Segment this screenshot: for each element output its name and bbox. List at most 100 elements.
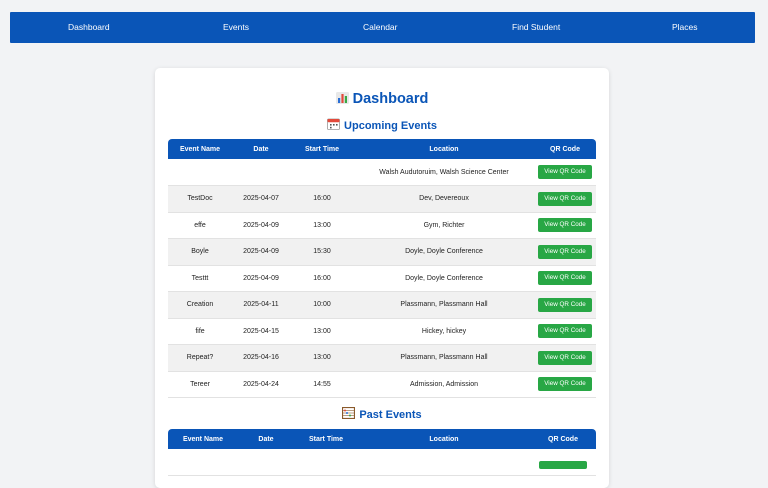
qr-cell: View QR Code	[534, 238, 596, 266]
event-time-cell	[294, 449, 358, 476]
past-heading-row: Past Events	[155, 407, 609, 421]
event-location-cell	[358, 449, 530, 476]
event-name-cell: TestDoc	[168, 185, 232, 213]
event-date-cell: 2025-04-11	[232, 291, 290, 319]
qr-cell: View QR Code	[534, 318, 596, 345]
table-header-row: Event Name Date Start Time Location QR C…	[168, 429, 596, 449]
event-name-cell	[168, 159, 232, 186]
column-header: Location	[354, 139, 534, 159]
view-qr-code-button[interactable]: View QR Code	[538, 377, 592, 392]
event-date-cell: 2025-04-15	[232, 318, 290, 345]
qr-cell	[530, 449, 596, 476]
event-time-cell: 16:00	[290, 265, 354, 292]
event-name-cell	[168, 449, 238, 476]
event-date-cell: 2025-04-16	[232, 344, 290, 372]
table-row: Creation 2025-04-11 10:00 Plassmann, Pla…	[168, 291, 596, 319]
view-qr-code-button[interactable]: View QR Code	[538, 297, 592, 312]
event-location-cell: Walsh Audutoruim, Walsh Science Center	[354, 159, 534, 186]
table-row: Boyle 2025-04-09 15:30 Doyle, Doyle Conf…	[168, 238, 596, 266]
event-name-cell: Creation	[168, 291, 232, 319]
event-name-cell: Repeat?	[168, 344, 232, 372]
event-name-cell: Boyle	[168, 238, 232, 266]
event-name-cell: effe	[168, 212, 232, 239]
nav-item-places[interactable]: Places	[672, 22, 698, 32]
page-title-row: Dashboard	[155, 91, 609, 107]
event-location-cell: Plassmann, Plassmann Hall	[354, 291, 534, 319]
table-row	[168, 449, 596, 476]
qr-cell: View QR Code	[534, 159, 596, 186]
bar-chart-icon	[335, 92, 349, 104]
column-header: Event Name	[168, 429, 238, 449]
qr-cell: View QR Code	[534, 212, 596, 239]
event-location-cell: Gym, Richter	[354, 212, 534, 239]
event-date-cell: 2025-04-09	[232, 238, 290, 266]
column-header: QR Code	[534, 139, 596, 159]
nav-item-dashboard[interactable]: Dashboard	[68, 22, 110, 32]
view-qr-code-button[interactable]: View QR Code	[538, 165, 592, 179]
table-row: Repeat? 2025-04-16 13:00 Plassmann, Plas…	[168, 344, 596, 372]
view-qr-code-button[interactable]: View QR Code	[538, 191, 592, 206]
event-time-cell: 13:00	[290, 212, 354, 239]
event-time-cell: 10:00	[290, 291, 354, 319]
past-events-table: Event Name Date Start Time Location QR C…	[168, 429, 596, 476]
table-row: Walsh Audutoruim, Walsh Science Center V…	[168, 159, 596, 186]
nav-item-events[interactable]: Events	[223, 22, 249, 32]
event-date-cell: 2025-04-09	[232, 265, 290, 292]
table-header-row: Event Name Date Start Time Location QR C…	[168, 139, 596, 159]
table-row: TestDoc 2025-04-07 16:00 Dev, Devereoux …	[168, 185, 596, 213]
event-date-cell: 2025-04-07	[232, 185, 290, 213]
event-date-cell	[238, 449, 294, 476]
nav-item-find-student[interactable]: Find Student	[512, 22, 560, 32]
view-qr-code-button[interactable]: View QR Code	[538, 350, 592, 365]
event-time-cell: 13:00	[290, 344, 354, 372]
event-name-cell: Testtt	[168, 265, 232, 292]
event-date-cell: 2025-04-24	[232, 371, 290, 398]
table-row: effe 2025-04-09 13:00 Gym, Richter View …	[168, 212, 596, 239]
column-header: Date	[232, 139, 290, 159]
event-location-cell: Admission, Admission	[354, 371, 534, 398]
event-name-cell: fife	[168, 318, 232, 345]
page-title: Dashboard	[352, 91, 429, 107]
view-qr-code-button[interactable]	[539, 461, 587, 469]
event-time-cell: 14:55	[290, 371, 354, 398]
event-time-cell: 15:30	[290, 238, 354, 266]
event-time-cell	[290, 159, 354, 186]
event-location-cell: Hickey, hickey	[354, 318, 534, 345]
column-header: Date	[238, 429, 294, 449]
qr-cell: View QR Code	[534, 185, 596, 213]
event-name-cell: Tereer	[168, 371, 232, 398]
column-header: Start Time	[290, 139, 354, 159]
event-time-cell: 16:00	[290, 185, 354, 213]
event-date-cell: 2025-04-09	[232, 212, 290, 239]
column-header: Location	[358, 429, 530, 449]
event-location-cell: Doyle, Doyle Conference	[354, 238, 534, 266]
view-qr-code-button[interactable]: View QR Code	[538, 218, 592, 233]
column-header: QR Code	[530, 429, 596, 449]
past-heading: Past Events	[359, 409, 422, 421]
column-header: Event Name	[168, 139, 232, 159]
view-qr-code-button[interactable]: View QR Code	[538, 271, 592, 286]
qr-cell: View QR Code	[534, 265, 596, 292]
event-location-cell: Dev, Devereoux	[354, 185, 534, 213]
column-header: Start Time	[294, 429, 358, 449]
dashboard-card: Dashboard Upcoming Events Event Name Dat…	[155, 68, 609, 488]
event-location-cell: Doyle, Doyle Conference	[354, 265, 534, 292]
qr-cell: View QR Code	[534, 344, 596, 372]
table-row: Testtt 2025-04-09 16:00 Doyle, Doyle Con…	[168, 265, 596, 292]
table-row: fife 2025-04-15 13:00 Hickey, hickey Vie…	[168, 318, 596, 345]
event-date-cell	[232, 159, 290, 186]
qr-cell: View QR Code	[534, 371, 596, 398]
qr-cell: View QR Code	[534, 291, 596, 319]
upcoming-heading: Upcoming Events	[344, 120, 437, 132]
upcoming-heading-row: Upcoming Events	[155, 118, 609, 132]
calendar-icon	[327, 118, 340, 130]
view-qr-code-button[interactable]: View QR Code	[538, 324, 592, 339]
view-qr-code-button[interactable]: View QR Code	[538, 244, 592, 259]
table-row: Tereer 2025-04-24 14:55 Admission, Admis…	[168, 371, 596, 398]
upcoming-events-table: Event Name Date Start Time Location QR C…	[168, 139, 596, 398]
nav-item-calendar[interactable]: Calendar	[363, 22, 398, 32]
event-time-cell: 13:00	[290, 318, 354, 345]
event-location-cell: Plassmann, Plassmann Hall	[354, 344, 534, 372]
top-nav: Dashboard Events Calendar Find Student P…	[10, 12, 755, 43]
abacus-icon	[342, 407, 356, 419]
